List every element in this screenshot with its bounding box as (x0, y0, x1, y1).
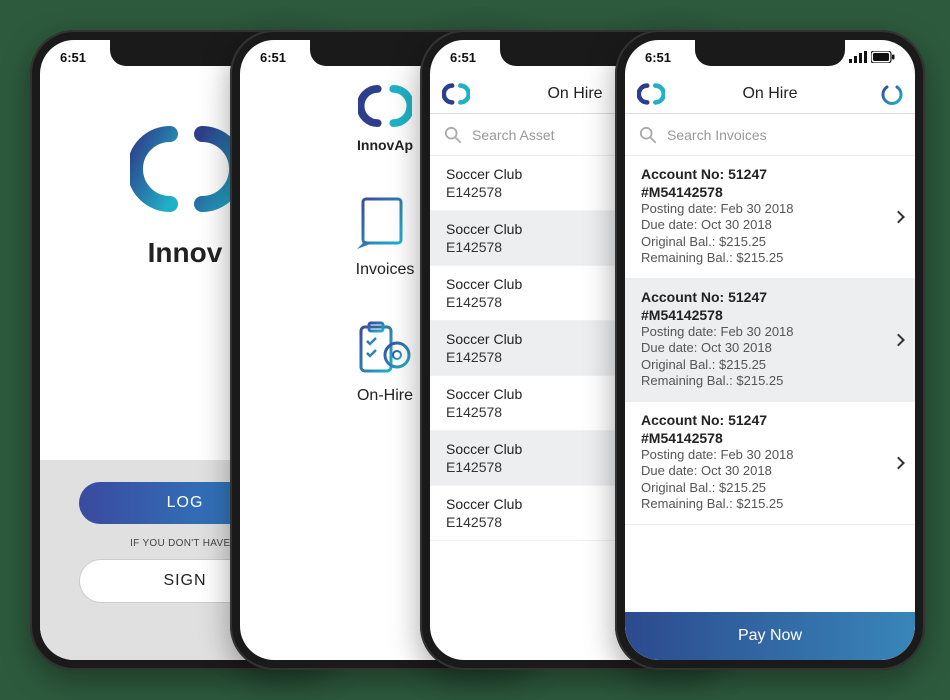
search-icon (444, 126, 462, 144)
app-logo-icon (442, 82, 470, 106)
search-placeholder: Search Invoices (667, 127, 767, 143)
app-logo-icon (130, 124, 240, 214)
menu-item-invoices[interactable]: Invoices (355, 193, 415, 279)
invoices-icon (355, 193, 415, 253)
search-bar[interactable]: Search Invoices (625, 114, 915, 156)
status-time: 6:51 (645, 50, 671, 65)
status-time: 6:51 (450, 50, 476, 65)
status-icons (849, 51, 895, 63)
onhire-icon (355, 319, 415, 379)
signal-icon (849, 51, 867, 63)
pay-now-button[interactable]: Pay Now (625, 612, 915, 660)
menu-label: On-Hire (357, 387, 413, 405)
page-title: On Hire (625, 85, 915, 103)
top-bar: On Hire (625, 74, 915, 114)
power-icon (879, 80, 905, 106)
invoice-list: Account No: 51247 #M54142578 Posting dat… (625, 156, 915, 612)
app-logo-icon (358, 84, 412, 128)
menu-label: Invoices (356, 261, 415, 279)
menu-item-onhire[interactable]: On-Hire (355, 319, 415, 405)
list-item[interactable]: Account No: 51247 #M54142578 Posting dat… (625, 279, 915, 402)
list-item[interactable]: Account No: 51247 #M54142578 Posting dat… (625, 402, 915, 525)
phone-invoice-list: 6:51 On Hir (615, 30, 925, 670)
app-logo-icon (637, 82, 665, 106)
status-time: 6:51 (60, 50, 86, 65)
search-placeholder: Search Asset (472, 127, 555, 143)
notch (695, 40, 845, 66)
power-button[interactable] (879, 80, 905, 111)
status-time: 6:51 (260, 50, 286, 65)
search-icon (639, 126, 657, 144)
pay-now-label: Pay Now (738, 627, 802, 645)
list-item[interactable]: Account No: 51247 #M54142578 Posting dat… (625, 156, 915, 279)
battery-icon (871, 51, 895, 63)
